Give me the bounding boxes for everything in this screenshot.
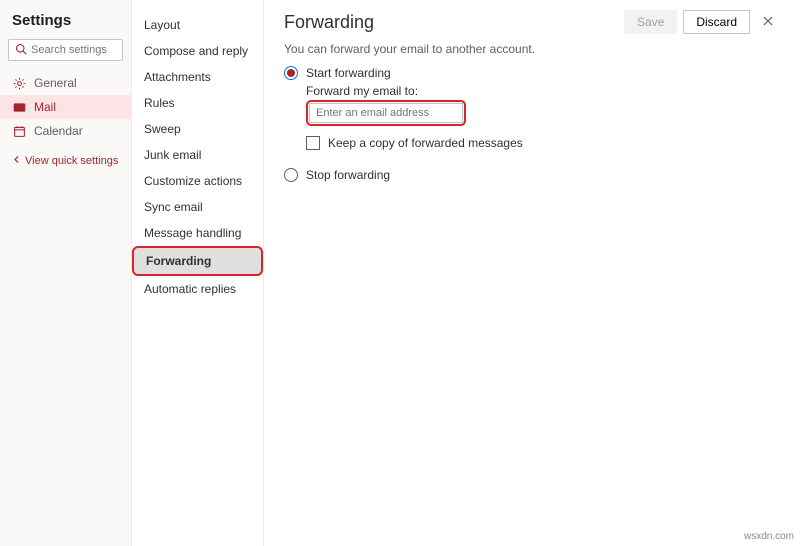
subnav-forwarding[interactable]: Forwarding	[132, 246, 263, 276]
sidebar-item-label: General	[34, 76, 77, 90]
checkbox-icon	[306, 136, 320, 150]
main-panel: Forwarding Save Discard You can forward …	[264, 0, 800, 546]
sidebar-item-mail[interactable]: Mail	[0, 95, 131, 119]
stop-forwarding-radio[interactable]: Stop forwarding	[284, 168, 780, 182]
page-title: Forwarding	[284, 12, 374, 33]
keep-copy-label: Keep a copy of forwarded messages	[328, 136, 523, 150]
subnav-automatic-replies[interactable]: Automatic replies	[132, 276, 263, 302]
chevron-left-icon	[12, 155, 21, 167]
start-forwarding-radio[interactable]: Start forwarding	[284, 66, 780, 80]
forwarding-description: You can forward your email to another ac…	[284, 42, 780, 56]
mail-icon	[12, 101, 26, 114]
header-actions: Save Discard	[624, 10, 780, 34]
sidebar-item-label: Calendar	[34, 124, 83, 138]
subnav-message-handling[interactable]: Message handling	[132, 220, 263, 246]
stop-forwarding-label: Stop forwarding	[306, 168, 390, 182]
subnav-sweep[interactable]: Sweep	[132, 116, 263, 142]
subnav-customize-actions[interactable]: Customize actions	[132, 168, 263, 194]
search-input[interactable]	[31, 44, 116, 56]
sidebar-item-calendar[interactable]: Calendar	[0, 119, 131, 143]
sidebar-item-label: Mail	[34, 100, 56, 114]
close-button[interactable]	[756, 10, 780, 34]
subnav-sync-email[interactable]: Sync email	[132, 194, 263, 220]
subnav-rules[interactable]: Rules	[132, 90, 263, 116]
search-icon	[15, 43, 27, 58]
subnav-compose-reply[interactable]: Compose and reply	[132, 38, 263, 64]
subnav-junk-email[interactable]: Junk email	[132, 142, 263, 168]
radio-icon	[284, 66, 298, 80]
forward-email-input[interactable]	[309, 103, 463, 123]
settings-search[interactable]	[8, 39, 123, 61]
start-forwarding-label: Start forwarding	[306, 66, 391, 80]
keep-copy-checkbox[interactable]: Keep a copy of forwarded messages	[306, 136, 780, 150]
sidebar-item-general[interactable]: General	[0, 71, 131, 95]
settings-sidebar: Settings General Mail Calendar	[0, 0, 132, 546]
subnav-attachments[interactable]: Attachments	[132, 64, 263, 90]
close-icon	[762, 15, 774, 30]
save-button[interactable]: Save	[624, 10, 677, 34]
watermark: wsxdn.com	[744, 531, 794, 542]
settings-title: Settings	[0, 8, 131, 37]
subnav-layout[interactable]: Layout	[132, 12, 263, 38]
calendar-icon	[12, 125, 26, 138]
mail-settings-subnav: Layout Compose and reply Attachments Rul…	[132, 0, 264, 546]
forward-to-label: Forward my email to:	[306, 84, 780, 98]
discard-button[interactable]: Discard	[683, 10, 750, 34]
view-quick-settings[interactable]: View quick settings	[0, 143, 131, 179]
gear-icon	[12, 77, 26, 90]
radio-icon	[284, 168, 298, 182]
quick-settings-label: View quick settings	[25, 155, 118, 167]
